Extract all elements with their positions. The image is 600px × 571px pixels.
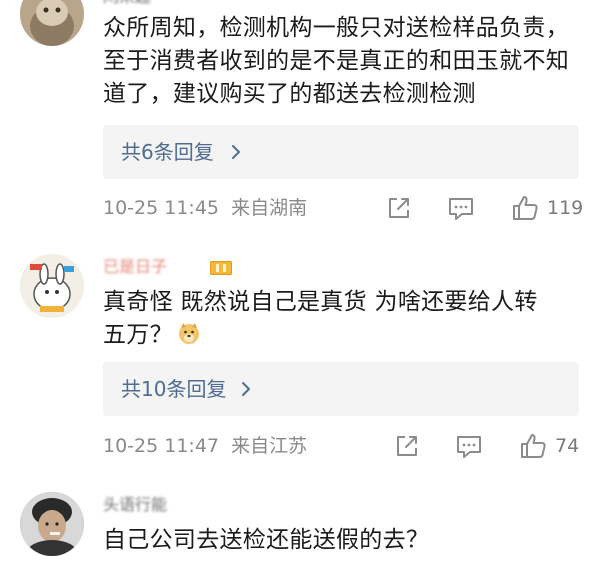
replies-button[interactable]: 共6条回复 [103, 125, 579, 179]
location: 来自江苏 [231, 435, 308, 457]
username[interactable]: 闲来趣 [103, 0, 151, 8]
like-count: 119 [547, 197, 584, 219]
comment-text: 众所周知，检测机构一般只对送检样品负责，至于消费者收到的是不是真正的和田玉就不知… [103, 15, 569, 107]
username[interactable]: 已是日子 [103, 256, 167, 278]
location: 来自湖南 [231, 197, 308, 219]
chevron-right-icon [242, 382, 250, 396]
chevron-right-icon [232, 145, 240, 159]
comment-meta: 10-25 11:45 来自湖南 [103, 196, 307, 220]
like-icon[interactable] [510, 193, 540, 223]
share-icon[interactable] [384, 193, 414, 223]
comment-item: 头语行能 自己公司去送检还能送假的去？ [0, 480, 600, 571]
comment-list: 闲来趣 众所周知，检测机构一般只对送检样品负责，至于消费者收到的是不是真正的和田… [0, 0, 600, 571]
comment-icon[interactable] [446, 193, 476, 223]
replies-label: 共10条回复 [121, 377, 227, 401]
username[interactable]: 头语行能 [103, 494, 167, 516]
like-count: 74 [555, 435, 580, 457]
replies-label: 共6条回复 [121, 140, 214, 164]
timestamp: 10-25 11:47 [103, 435, 220, 457]
member-badge-icon [210, 261, 232, 275]
comment-meta: 10-25 11:47 来自江苏 [103, 434, 307, 458]
timestamp: 10-25 11:45 [103, 197, 220, 219]
avatar[interactable] [20, 254, 84, 318]
comment-item: 已是日子 真奇怪 既然说自己是真货 为啥还要给人转五万？ 共10条回复 10-2… [0, 248, 600, 478]
comment-text: 自己公司去送检还能送假的去？ [103, 527, 430, 553]
comment-item: 闲来趣 众所周知，检测机构一般只对送检样品负责，至于消费者收到的是不是真正的和田… [0, 0, 600, 230]
comment-text-content: 真奇怪 既然说自己是真货 为啥还要给人转五万？ [103, 289, 538, 348]
doge-emoji-icon [178, 323, 199, 344]
share-icon[interactable] [392, 431, 422, 461]
avatar[interactable] [20, 492, 84, 556]
comment-icon[interactable] [454, 431, 484, 461]
replies-button[interactable]: 共10条回复 [103, 362, 579, 416]
comment-text: 真奇怪 既然说自己是真货 为啥还要给人转五万？ [103, 286, 543, 352]
avatar[interactable] [20, 0, 84, 46]
like-icon[interactable] [518, 431, 548, 461]
